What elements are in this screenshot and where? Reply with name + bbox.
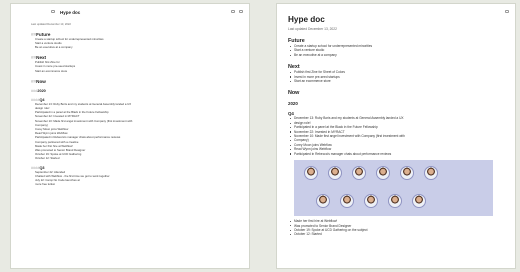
list-item: October 12: Started [35, 156, 60, 161]
right-page-title: Hype doc [288, 15, 325, 24]
avatar [400, 166, 414, 181]
avatar [412, 194, 426, 209]
list-item: Start an ecommerce store [288, 79, 507, 83]
right-heading-year: 2020 [288, 101, 298, 107]
avatar [316, 194, 330, 209]
right-updated-text: Last updated December 13, 2022 [288, 27, 337, 31]
left-heading-now: ##Now [31, 78, 46, 84]
sidebar-toggle-icon[interactable] [51, 10, 55, 13]
list-item: Participated in Rebecca's manager chats … [288, 152, 507, 156]
avatar [304, 166, 318, 181]
team-photo-grid [294, 160, 493, 217]
list-item: Be an executive at a company [35, 44, 73, 49]
left-heading-year: ###2020 [31, 88, 46, 93]
list-item: Start an ecommerce store [35, 68, 68, 73]
list-item: October 12: Started [288, 232, 507, 236]
avatar [340, 194, 354, 209]
avatar [376, 166, 390, 181]
right-document-body: Hype doc Last updated December 13, 2022 … [288, 15, 507, 237]
share-icon[interactable] [231, 10, 235, 13]
left-document-body: Last updated December 13, 2022 ##Future … [31, 21, 241, 187]
left-document-window: Hype doc Last updated December 13, 2022 … [10, 3, 250, 269]
avatar [388, 194, 402, 209]
more-icon[interactable] [239, 10, 243, 13]
list-item: Be an executive at a company [288, 53, 507, 57]
avatar [328, 166, 342, 181]
avatar [352, 166, 366, 181]
right-document-window: Hype doc Last updated December 13, 2022 … [276, 3, 516, 269]
right-heading-now: Now [288, 90, 300, 97]
left-titlebar: Hype doc [11, 4, 249, 19]
list-item: more free tuition [35, 182, 56, 187]
left-titlebar-title: Hype doc [60, 10, 81, 15]
more-icon[interactable] [505, 10, 509, 13]
avatar [424, 166, 438, 181]
left-updated-text: Last updated December 13, 2022 [31, 22, 71, 26]
avatar [364, 194, 378, 209]
